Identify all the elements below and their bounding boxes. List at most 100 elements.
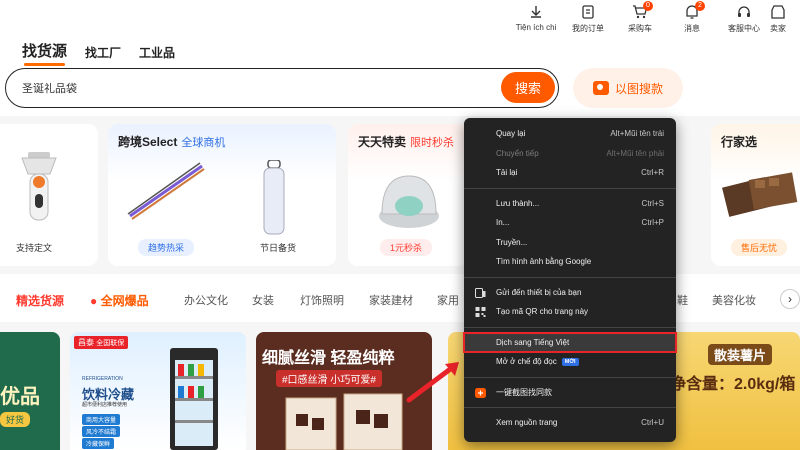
- menu-item-label: In...: [496, 218, 510, 228]
- menu-item-qr-code[interactable]: Tạo mã QR cho trang này: [464, 302, 676, 322]
- promo-card-expert-pick[interactable]: 行家选 售后无忧: [711, 124, 800, 266]
- promo-card-1[interactable]: 支持定文: [0, 124, 98, 266]
- card-tag: 售后无忧: [731, 239, 788, 256]
- menu-item-view-source[interactable]: Xem nguồn trang Ctrl+U: [464, 413, 676, 433]
- category-item[interactable]: 女装: [252, 292, 274, 308]
- product-subtext: 好货: [0, 412, 31, 427]
- category-item[interactable]: 鞋: [677, 292, 688, 308]
- menu-item-label: 一键截图找同款: [496, 387, 552, 397]
- product-image: [722, 172, 798, 217]
- image-search-button[interactable]: 以图搜款: [573, 68, 683, 108]
- category-item[interactable]: ● 全网爆品: [90, 292, 149, 309]
- menu-item-label: Dịch sang Tiếng Việt: [496, 337, 570, 347]
- promo-cards: 支持定文 跨境Select 全球商机 趋势热采 节日备货 天天特卖 限时秒杀 1元秒…: [0, 116, 800, 274]
- product-brand: 昌泰 全国联保: [74, 336, 129, 349]
- product-image: [263, 160, 285, 235]
- message-badge: 2: [695, 1, 705, 11]
- topbar-item-orders[interactable]: 我的订单: [562, 0, 614, 34]
- annotation-arrow-icon: [406, 362, 459, 403]
- topbar-label: Tiện ích chi: [515, 23, 557, 32]
- menu-divider: [464, 326, 676, 328]
- brand-tag: 全国联保: [96, 340, 125, 347]
- product-image: [285, 393, 403, 450]
- menu-divider: [464, 407, 676, 408]
- promo-card-daily-sale[interactable]: 天天特卖 限时秒杀 1元秒杀: [348, 124, 468, 266]
- menu-item-label: Chuyển tiếp: [496, 148, 539, 158]
- headset-icon: [738, 6, 750, 17]
- product-image: [170, 348, 218, 450]
- card-subtitle: 全球商机: [181, 137, 226, 149]
- menu-item-label: Tạo mã QR cho trang này: [496, 307, 589, 317]
- menu-item-label: Gửi đến thiết bị của bạn: [496, 287, 582, 297]
- menu-divider: [464, 187, 676, 189]
- category-strip: 精选货源 ● 全网爆品 办公文化 女装 灯饰照明 家装建材 家用 鞋 美容化妆: [0, 276, 800, 322]
- category-item[interactable]: 家装建材: [369, 292, 413, 308]
- card-title-text: 天天特卖: [358, 135, 407, 149]
- menu-item-print[interactable]: In... Ctrl+P: [464, 213, 676, 233]
- category-item[interactable]: 办公文化: [184, 292, 228, 308]
- main-nav: 找货源 找工厂 工业品: [22, 40, 175, 66]
- topbar-label: 采购车: [628, 24, 652, 33]
- promo-card-cross-border[interactable]: 跨境Select 全球商机 趋势热采 节日备货: [108, 124, 336, 266]
- product-en: REFRIGERATION: [82, 376, 123, 382]
- menu-item-shortcut: Alt+Mũi tên phải: [606, 148, 664, 158]
- product-card[interactable]: 优品 好货: [0, 332, 60, 450]
- card-caption: 支持定文: [16, 243, 53, 253]
- topbar-item-service[interactable]: 客服中心: [718, 0, 770, 34]
- category-item[interactable]: 精选货源: [16, 292, 64, 309]
- menu-item-label: Quay lại: [496, 129, 526, 139]
- category-item[interactable]: 美容化妆: [712, 292, 756, 308]
- download-icon: [531, 6, 541, 18]
- tab-find-source[interactable]: 找货源: [22, 40, 67, 66]
- menu-item-cast[interactable]: Truyền...: [464, 233, 676, 253]
- menu-item-label: Tìm hình ảnh bằng Google: [496, 257, 592, 267]
- product-card[interactable]: 昌泰 全国联保 REFRIGERATION 饮料冷藏 超市便利店推荐使用 商用大…: [70, 332, 246, 450]
- menu-item-shortcut: Ctrl+U: [641, 418, 664, 428]
- menu-item-reader-mode[interactable]: Mở ở chế độ đọc MỚI: [464, 352, 676, 372]
- category-item[interactable]: 灯饰照明: [300, 292, 344, 308]
- product-sub: 超市便利店推荐使用: [82, 402, 128, 408]
- image-search-label: 以图搜款: [614, 81, 663, 96]
- tab-industrial[interactable]: 工业品: [139, 44, 175, 61]
- topbar-label: 卖家: [770, 24, 786, 33]
- card-title: 天天特卖 限时秒杀: [358, 133, 454, 150]
- product-feature: 商用大容量: [82, 414, 121, 425]
- search-input[interactable]: [22, 78, 492, 98]
- brand-name: 昌泰: [78, 338, 94, 347]
- category-label: 全网爆品: [100, 294, 149, 308]
- topbar-label: 消息: [684, 24, 700, 33]
- topbar-item-cart[interactable]: 0 采购车: [614, 0, 666, 34]
- search-button[interactable]: 搜索: [501, 72, 555, 103]
- menu-item-search-image-google[interactable]: Tìm hình ảnh bằng Google: [464, 252, 676, 272]
- menu-item-translate[interactable]: Dịch sang Tiếng Việt: [463, 331, 677, 353]
- tab-find-factory[interactable]: 找工厂: [85, 44, 121, 61]
- category-item[interactable]: 家用: [437, 292, 459, 308]
- menu-item-shortcut: Ctrl+P: [641, 218, 664, 228]
- menu-item-screenshot-search[interactable]: 一键截图找同款: [464, 383, 676, 403]
- top-toolbar: Tiện ích chi 我的订单 0 采购车 2 消息 客服中心 卖家: [510, 0, 800, 38]
- menu-item-shortcut: Alt+Mũi tên trái: [610, 129, 664, 139]
- card-title: 跨境Select 全球商机: [118, 133, 225, 150]
- topbar-item-seller[interactable]: 卖家: [770, 0, 800, 34]
- card-caption: 节日备货: [260, 243, 297, 253]
- product-text: 优品: [0, 386, 40, 408]
- category-next-button[interactable]: ›: [780, 289, 800, 309]
- menu-item-back[interactable]: Quay lại Alt+Mũi tên trái: [464, 124, 676, 144]
- product-title: 散装薯片: [708, 344, 773, 365]
- search-bar: 搜索: [5, 68, 559, 108]
- menu-item-label: Tải lại: [496, 168, 518, 178]
- menu-item-send-to-device[interactable]: Gửi đến thiết bị của bạn: [464, 283, 676, 303]
- chevron-right-icon: ›: [788, 292, 792, 306]
- camera-icon: [592, 81, 609, 95]
- topbar-label: 我的订单: [572, 24, 604, 33]
- topbar-item-messages[interactable]: 2 消息: [666, 0, 718, 34]
- menu-divider: [464, 376, 676, 378]
- menu-item-label: Xem nguồn trang: [496, 418, 558, 428]
- card-subtitle: 限时秒杀: [410, 137, 455, 149]
- menu-item-reload[interactable]: Tải lại Ctrl+R: [464, 163, 676, 183]
- product-sub: 净含量：2.0kg/箱: [670, 376, 796, 393]
- product-image: [21, 152, 57, 221]
- topbar-item-extensions[interactable]: Tiện ích chi: [510, 0, 562, 32]
- menu-item-forward: Chuyển tiếp Alt+Mũi tên phải: [464, 144, 676, 164]
- menu-item-save-as[interactable]: Lưu thành... Ctrl+S: [464, 194, 676, 214]
